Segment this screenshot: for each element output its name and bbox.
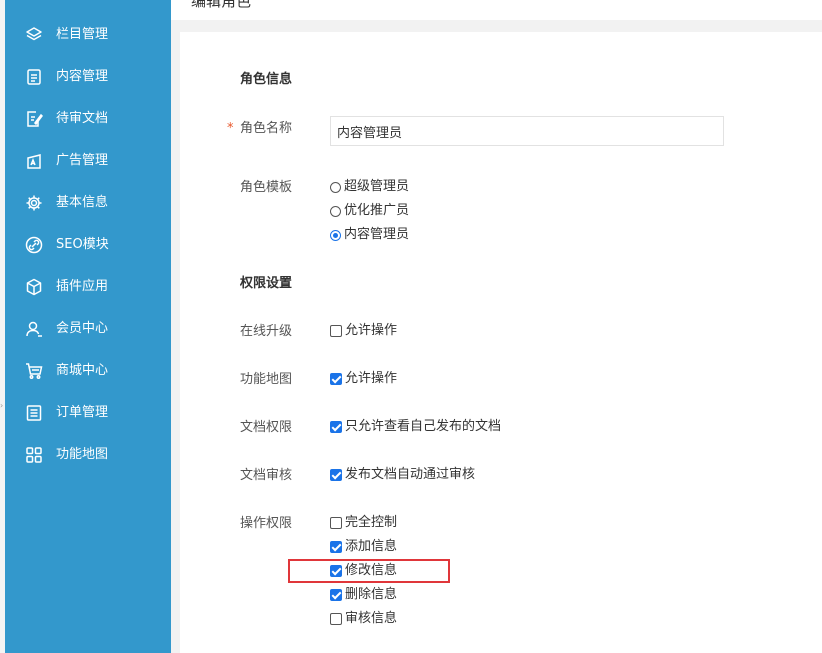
- sidebar-item-seo[interactable]: SEO模块: [5, 224, 171, 266]
- checkbox-label: 完全控制: [345, 515, 398, 530]
- radio-option-super-admin[interactable]: 超级管理员: [330, 178, 409, 196]
- sidebar: 栏目管理 内容管理 待审文档 广告管理 基本信息 SEO模块 插件应用 会员中心…: [5, 0, 171, 653]
- layers-icon: [26, 27, 42, 41]
- sidebar-item-ad-management[interactable]: 广告管理: [5, 140, 171, 182]
- list-icon: [26, 405, 42, 421]
- checkbox-label: 允许操作: [345, 323, 398, 338]
- role-template-label: 角色模板: [240, 180, 293, 195]
- checkbox-review-info[interactable]: 审核信息: [330, 610, 397, 628]
- doc-review-label: 文档审核: [240, 468, 293, 483]
- checkbox-online-upgrade[interactable]: 允许操作: [330, 322, 397, 340]
- checkbox-checked[interactable]: [330, 373, 342, 385]
- sidebar-item-label: 商城中心: [56, 363, 109, 378]
- sidebar-item-label: 内容管理: [56, 69, 109, 84]
- document-icon: [27, 69, 41, 85]
- radio-label: 超级管理员: [344, 179, 410, 194]
- radio-option-seo-promoter[interactable]: 优化推广员: [330, 202, 409, 220]
- sidebar-item-content-management[interactable]: 内容管理: [5, 56, 171, 98]
- checkbox-delete-info[interactable]: 删除信息: [330, 586, 397, 604]
- edit-role-form: 角色信息 * 角色名称 角色模板 超级管理员 优化推广员 内容管理员 权限设置 …: [180, 32, 822, 653]
- role-name-input[interactable]: [330, 116, 724, 146]
- sidebar-item-label: 待审文档: [56, 111, 109, 126]
- radio-label: 内容管理员: [344, 227, 410, 242]
- content-gutter: [171, 0, 180, 653]
- checkbox-label: 发布文档自动通过审核: [345, 467, 476, 482]
- operation-permission-label: 操作权限: [240, 516, 293, 531]
- checkbox-label: 审核信息: [345, 611, 398, 626]
- sidebar-item-label: 会员中心: [56, 321, 109, 336]
- header-divider: [171, 20, 822, 32]
- doc-permission-label: 文档权限: [240, 420, 293, 435]
- sidebar-item-label: 订单管理: [56, 405, 109, 420]
- checkbox-doc-permission[interactable]: 只允许查看自己发布的文档: [330, 418, 501, 436]
- checkbox-function-map[interactable]: 允许操作: [330, 370, 397, 388]
- sidebar-item-pending-documents[interactable]: 待审文档: [5, 98, 171, 140]
- radio-button[interactable]: [330, 181, 341, 193]
- section-title-role-info: 角色信息: [240, 72, 293, 87]
- sidebar-item-column-management[interactable]: 栏目管理: [5, 14, 171, 56]
- checkbox-checked[interactable]: [330, 421, 342, 433]
- checkbox-checked[interactable]: [330, 469, 342, 481]
- radio-option-content-admin[interactable]: 内容管理员: [330, 226, 409, 244]
- sidebar-item-function-map[interactable]: 功能地图: [5, 434, 171, 476]
- checkbox-checked[interactable]: [330, 589, 342, 601]
- checkbox-full-control[interactable]: 完全控制: [330, 514, 397, 532]
- sidebar-item-mall-center[interactable]: 商城中心: [5, 350, 171, 392]
- role-name-label: 角色名称: [240, 121, 293, 136]
- function-map-label: 功能地图: [240, 372, 293, 387]
- checkbox[interactable]: [330, 517, 342, 529]
- sidebar-item-label: 栏目管理: [56, 27, 109, 42]
- section-title-permissions: 权限设置: [240, 276, 293, 291]
- required-mark: *: [227, 121, 234, 136]
- sidebar-item-label: 广告管理: [56, 153, 109, 168]
- checkbox-label: 只允许查看自己发布的文档: [345, 419, 502, 434]
- radio-button-selected[interactable]: [330, 229, 341, 241]
- gear-icon: [26, 195, 42, 211]
- checkbox[interactable]: [330, 613, 342, 625]
- sidebar-item-label: 功能地图: [56, 447, 109, 462]
- checkbox-add-info[interactable]: 添加信息: [330, 538, 397, 556]
- checkbox-doc-review[interactable]: 发布文档自动通过审核: [330, 466, 475, 484]
- sidebar-item-label: SEO模块: [56, 237, 109, 252]
- link-icon: [25, 236, 43, 254]
- highlight-annotation-box: [288, 559, 450, 583]
- checkbox[interactable]: [330, 325, 342, 337]
- sidebar-item-label: 插件应用: [56, 279, 109, 294]
- checkbox-checked[interactable]: [330, 541, 342, 553]
- user-icon: [26, 321, 42, 337]
- sidebar-item-basic-info[interactable]: 基本信息: [5, 182, 171, 224]
- collapse-arrow-icon[interactable]: ›: [0, 402, 4, 410]
- online-upgrade-label: 在线升级: [240, 324, 293, 339]
- checkbox-label: 允许操作: [345, 371, 398, 386]
- sidebar-item-order-management[interactable]: 订单管理: [5, 392, 171, 434]
- cart-icon: [26, 363, 43, 379]
- edit-document-icon: [27, 111, 43, 127]
- ad-icon: [27, 154, 41, 169]
- header-bar: 编辑角色: [171, 0, 822, 20]
- cube-icon: [26, 278, 42, 296]
- checkbox-label: 添加信息: [345, 539, 398, 554]
- checkbox-label: 删除信息: [345, 587, 398, 602]
- sidebar-item-plugins[interactable]: 插件应用: [5, 266, 171, 308]
- sidebar-item-label: 基本信息: [56, 195, 109, 210]
- sidebar-item-member-center[interactable]: 会员中心: [5, 308, 171, 350]
- page-title: 编辑角色: [191, 0, 252, 10]
- grid-icon: [26, 447, 42, 463]
- radio-button[interactable]: [330, 205, 341, 217]
- radio-label: 优化推广员: [344, 203, 410, 218]
